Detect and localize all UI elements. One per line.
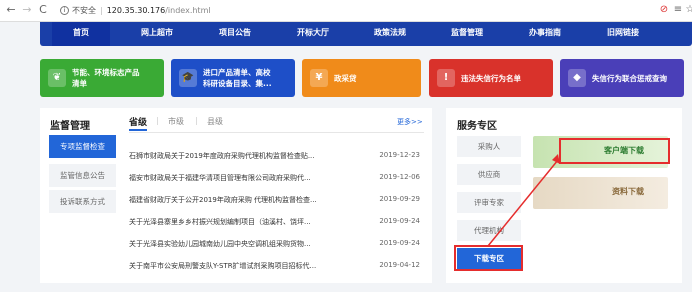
leaf-icon: ❦ bbox=[48, 69, 66, 87]
tile-loan[interactable]: ¥ 政采贷 bbox=[302, 59, 421, 97]
news-title[interactable]: 福建省财政厅关于公开2019年政府采购 代理机构监督检查... bbox=[129, 195, 344, 205]
supervision-title: 监督管理 bbox=[50, 121, 90, 132]
tile-label: 违法失信行为名单 bbox=[461, 74, 521, 83]
tab-separator: | bbox=[156, 116, 159, 125]
address-bar[interactable]: i 不安全 | 120.35.30.176/index.html bbox=[60, 2, 640, 19]
side-item-complaint-contact[interactable]: 投诉联系方式 bbox=[49, 190, 116, 213]
nav-online-mall[interactable]: 网上超市 bbox=[127, 22, 187, 46]
news-title[interactable]: 石狮市财政局关于2019年度政府采购代理机构监督检查贴... bbox=[129, 151, 344, 161]
nav-home[interactable]: 首页 bbox=[52, 22, 110, 46]
tab-city[interactable]: 市级 bbox=[168, 116, 184, 127]
news-title[interactable]: 福安市财政局关于福建华清项目管理有限公司政府采购代... bbox=[129, 173, 344, 183]
news-date: 2019-09-29 bbox=[379, 195, 420, 203]
tab-provincial[interactable]: 省级 bbox=[129, 115, 147, 128]
browser-toolbar: ← → C i 不安全 | 120.35.30.176/index.html ⊘ ≡ … bbox=[0, 0, 692, 22]
service-title: 服务专区 bbox=[457, 121, 497, 132]
nav-old-site[interactable]: 旧网链接 bbox=[593, 22, 653, 46]
money-icon: ¥ bbox=[310, 69, 328, 87]
tile-label: 失信行为联合惩戒查询 bbox=[592, 74, 667, 83]
url-host: 120.35.30.176 bbox=[106, 6, 166, 15]
news-date: 2019-04-12 bbox=[379, 261, 420, 269]
news-row[interactable]: 石狮市财政局关于2019年度政府采购代理机构监督检查贴... 2019-12-2… bbox=[129, 148, 424, 166]
highlight-client-download bbox=[559, 138, 670, 164]
blocked-popup-icon[interactable]: ⊘ bbox=[658, 4, 670, 16]
news-title[interactable]: 关于光泽县实验幼儿园城南幼儿园中央空调机组采购货物... bbox=[129, 239, 344, 249]
nav-guide[interactable]: 办事指南 bbox=[515, 22, 575, 46]
tile-joint-punishment[interactable]: ◆ 失信行为联合惩戒查询 bbox=[560, 59, 684, 97]
service-item-supplier[interactable]: 供应商 bbox=[457, 164, 521, 185]
news-row[interactable]: 关于光泽县寨里乡乡村振兴规划编制项目（油溪村、饶坪... 2019-09-24 bbox=[129, 214, 424, 232]
service-item-agency[interactable]: 代理机构 bbox=[457, 220, 521, 241]
news-row[interactable]: 关于南平市公安局刑警支队Y-STR扩增试剂采购项目招标代... 2019-04-… bbox=[129, 258, 424, 276]
tab-separator: | bbox=[195, 116, 198, 125]
diamond-icon: ◆ bbox=[568, 69, 586, 87]
back-icon[interactable]: ← bbox=[4, 3, 18, 17]
graduation-cap-icon: 🎓 bbox=[179, 69, 197, 87]
tile-dishonest-list[interactable]: ! 违法失信行为名单 bbox=[429, 59, 553, 97]
nav-bid-opening[interactable]: 开标大厅 bbox=[283, 22, 343, 46]
tile-import-products[interactable]: 🎓 进口产品清单、高校 科研设备目录、集... bbox=[171, 59, 295, 97]
news-date: 2019-12-06 bbox=[379, 173, 420, 181]
material-download-label: 资料下载 bbox=[612, 187, 644, 196]
forward-icon[interactable]: → bbox=[20, 3, 34, 17]
nav-supervision[interactable]: 监督管理 bbox=[437, 22, 497, 46]
tile-label: 节能、环境标志产品 bbox=[72, 68, 140, 77]
url-path: /index.html bbox=[165, 6, 211, 15]
news-row[interactable]: 关于光泽县实验幼儿园城南幼儿园中央空调机组采购货物... 2019-09-24 bbox=[129, 236, 424, 254]
news-row[interactable]: 福安市财政局关于福建华清项目管理有限公司政府采购代... 2019-12-06 bbox=[129, 170, 424, 188]
active-tab-indicator bbox=[129, 129, 147, 131]
reload-icon[interactable]: C bbox=[36, 3, 50, 17]
tile-label: 科研设备目录、集... bbox=[203, 79, 272, 88]
service-item-purchaser[interactable]: 采购人 bbox=[457, 136, 521, 157]
service-panel: 服务专区 采购人 供应商 评审专家 代理机构 下载专区 客户端下载 资料下载 bbox=[446, 108, 682, 283]
news-title[interactable]: 关于南平市公安局刑警支队Y-STR扩增试剂采购项目招标代... bbox=[129, 261, 344, 271]
more-link[interactable]: 更多>> bbox=[397, 117, 423, 127]
info-icon[interactable]: i bbox=[60, 6, 69, 15]
main-navigation: 首页 网上超市 项目公告 开标大厅 政策法规 监督管理 办事指南 旧网链接 bbox=[40, 22, 692, 46]
bookmark-star-icon[interactable]: ☆ bbox=[684, 4, 692, 16]
news-date: 2019-09-24 bbox=[379, 239, 420, 247]
news-date: 2019-09-24 bbox=[379, 217, 420, 225]
tile-energy-products[interactable]: ❦ 节能、环境标志产品 清单 bbox=[40, 59, 164, 97]
supervision-panel: 监督管理 专项监督检查 监管信息公告 投诉联系方式 省级 | 市级 | 县级 更… bbox=[40, 108, 432, 283]
tile-label: 政采贷 bbox=[334, 74, 357, 83]
side-item-info-notice[interactable]: 监管信息公告 bbox=[49, 164, 116, 187]
nav-policy[interactable]: 政策法规 bbox=[360, 22, 420, 46]
news-title[interactable]: 关于光泽县寨里乡乡村振兴规划编制项目（油溪村、饶坪... bbox=[129, 217, 344, 227]
service-item-expert[interactable]: 评审专家 bbox=[457, 192, 521, 213]
nav-project-notice[interactable]: 项目公告 bbox=[205, 22, 265, 46]
divider bbox=[129, 132, 424, 133]
highlight-download-zone bbox=[454, 245, 523, 271]
tab-county[interactable]: 县级 bbox=[207, 116, 223, 127]
news-date: 2019-12-23 bbox=[379, 151, 420, 159]
material-download-card[interactable]: 资料下载 bbox=[533, 177, 668, 209]
security-label: 不安全 bbox=[72, 6, 96, 15]
warning-icon: ! bbox=[437, 69, 455, 87]
news-row[interactable]: 福建省财政厅关于公开2019年政府采购 代理机构监督检查... 2019-09-… bbox=[129, 192, 424, 210]
address-separator: | bbox=[100, 6, 103, 15]
reader-icon[interactable]: ≡ bbox=[672, 4, 684, 16]
side-item-special-inspection[interactable]: 专项监督检查 bbox=[49, 135, 116, 158]
tile-label: 进口产品清单、高校 bbox=[203, 68, 271, 77]
tile-label: 清单 bbox=[72, 79, 87, 88]
